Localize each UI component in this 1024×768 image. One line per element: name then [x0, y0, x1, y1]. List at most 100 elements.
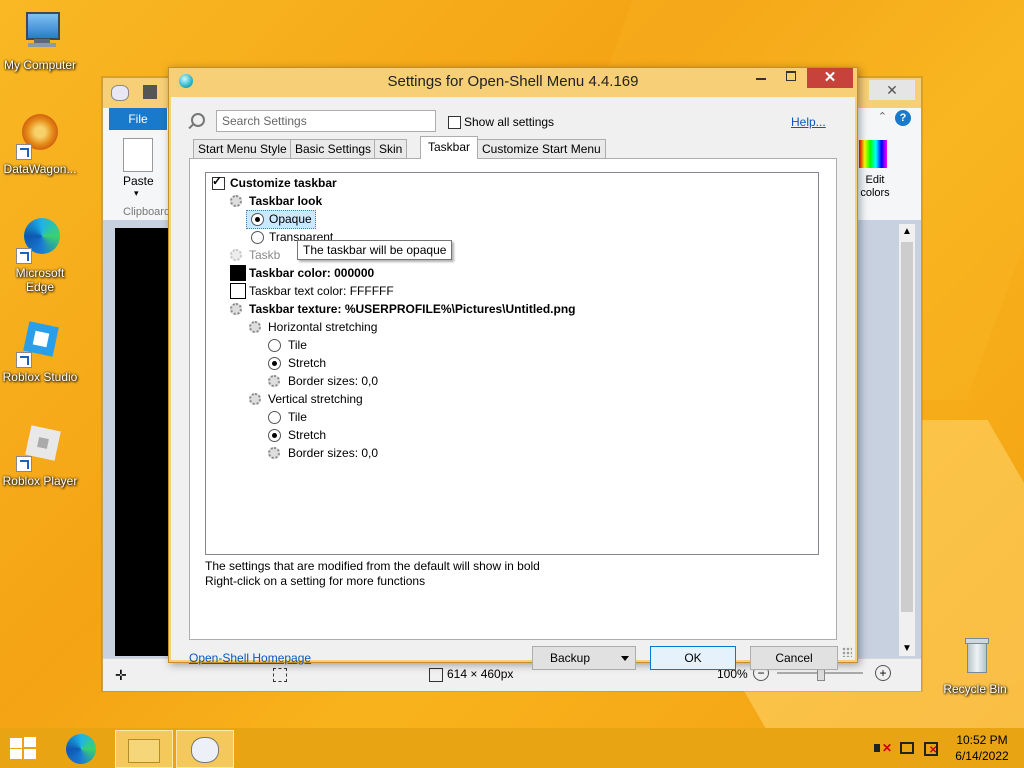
h-stretch-label[interactable]: Stretch — [288, 354, 326, 372]
zoom-in-button[interactable]: + — [875, 665, 891, 681]
shortcut-arrow-icon — [16, 352, 32, 368]
save-icon[interactable] — [143, 85, 157, 99]
selection-size-icon — [273, 668, 287, 682]
checkmark-icon: ✓ — [212, 174, 223, 188]
desktop-icon-label: Roblox Player — [2, 474, 78, 488]
taskbar-opacity-label[interactable]: Taskb — [249, 246, 280, 264]
tab-customize-start-menu[interactable]: Customize Start Menu — [477, 139, 606, 158]
chevron-down-icon[interactable]: ▾ — [134, 188, 139, 199]
start-button[interactable] — [10, 737, 38, 759]
customize-taskbar-label[interactable]: Customize taskbar — [230, 174, 337, 192]
chevron-up-icon[interactable]: ⌃ — [878, 110, 887, 123]
clock-date: 6/14/2022 — [955, 749, 1009, 763]
tooltip: The taskbar will be opaque — [297, 240, 453, 260]
vertical-scrollbar[interactable]: ▲ ▼ — [899, 224, 915, 656]
file-tab[interactable]: File — [109, 108, 167, 130]
roblox-player-icon — [16, 424, 64, 472]
taskbar-edge-button[interactable] — [54, 730, 110, 766]
desktop-icon-roblox-studio[interactable]: Roblox Studio — [0, 320, 80, 384]
scroll-up-icon[interactable]: ▲ — [902, 226, 912, 237]
ok-button[interactable]: OK — [650, 646, 736, 670]
taskbar: ✕ ✕ — [0, 728, 1024, 768]
gear-icon — [268, 447, 280, 459]
desktop-icon-roblox-player[interactable]: Roblox Player — [0, 424, 80, 488]
help-link[interactable]: Help... — [791, 115, 826, 129]
taskbar-look-label[interactable]: Taskbar look — [249, 192, 322, 210]
taskbar-text-color-label[interactable]: Taskbar text color: FFFFFF — [249, 282, 394, 300]
desktop-icon-recycle-bin[interactable]: Recycle Bin — [935, 632, 1015, 696]
v-border-sizes-label[interactable]: Border sizes: 0,0 — [288, 444, 378, 462]
h-tile-label[interactable]: Tile — [288, 336, 307, 354]
color-swatch-white — [230, 283, 246, 299]
tab-start-menu-style[interactable]: Start Menu Style — [193, 139, 292, 158]
show-all-label[interactable]: Show all settings — [464, 115, 554, 129]
action-center-icon[interactable]: ✕ — [922, 740, 938, 756]
paint-close-button[interactable]: ✕ — [869, 80, 915, 100]
paste-icon[interactable] — [123, 138, 153, 172]
gear-icon — [230, 249, 242, 261]
edge-icon — [66, 734, 96, 764]
taskbar-texture-label[interactable]: Taskbar texture: %USERPROFILE%\Pictures\… — [249, 300, 576, 318]
paint-icon — [191, 737, 219, 763]
gear-icon — [230, 195, 242, 207]
vertical-stretching-label[interactable]: Vertical stretching — [268, 390, 363, 408]
scrollbar-thumb[interactable] — [901, 242, 913, 612]
desktop-icon-datawagon[interactable]: DataWagon... — [0, 112, 80, 176]
color-swatch-black — [230, 265, 246, 281]
clipboard-group-label: Clipboard — [123, 206, 171, 218]
roblox-studio-icon — [16, 320, 64, 368]
help-icon[interactable]: ? — [895, 110, 911, 126]
opaque-radio[interactable] — [251, 213, 264, 226]
edit-colors-label[interactable]: Edit colors — [855, 174, 895, 200]
gear-icon — [268, 375, 280, 387]
gear-icon — [249, 321, 261, 333]
h-tile-radio[interactable] — [268, 339, 281, 352]
image-canvas[interactable] — [115, 228, 171, 656]
shortcut-arrow-icon — [16, 144, 32, 160]
opaque-label[interactable]: Opaque — [269, 210, 312, 228]
desktop-icon-my-computer[interactable]: My Computer — [0, 8, 80, 72]
h-stretch-radio[interactable] — [268, 357, 281, 370]
desktop-icon-label: My Computer — [3, 58, 77, 72]
info-line-2: Right-click on a setting for more functi… — [205, 574, 426, 588]
show-all-checkbox[interactable] — [448, 116, 461, 129]
customize-taskbar-checkbox[interactable]: ✓ — [212, 174, 225, 190]
edit-colors-icon[interactable] — [859, 140, 887, 168]
v-stretch-label[interactable]: Stretch — [288, 426, 326, 444]
minimize-button[interactable] — [747, 68, 775, 88]
gear-icon — [230, 303, 242, 315]
taskbar-explorer-button[interactable] — [115, 730, 173, 768]
tab-skin[interactable]: Skin — [374, 139, 408, 158]
tab-taskbar[interactable]: Taskbar — [420, 136, 479, 159]
backup-button[interactable]: Backup — [532, 646, 636, 670]
close-button[interactable]: ✕ — [807, 68, 853, 88]
network-icon[interactable] — [898, 740, 914, 756]
paste-label[interactable]: Paste — [123, 174, 154, 188]
search-input[interactable] — [216, 110, 436, 132]
clock[interactable]: 10:52 PM 6/14/2022 — [950, 732, 1014, 764]
v-tile-radio[interactable] — [268, 411, 281, 424]
h-border-sizes-label[interactable]: Border sizes: 0,0 — [288, 372, 378, 390]
transparent-radio[interactable] — [251, 231, 264, 244]
volume-muted-icon[interactable]: ✕ — [874, 740, 892, 756]
taskbar-paint-button[interactable] — [176, 730, 234, 768]
horizontal-stretching-label[interactable]: Horizontal stretching — [268, 318, 377, 336]
move-cursor-icon: ✛ — [115, 667, 127, 683]
v-stretch-radio[interactable] — [268, 429, 281, 442]
maximize-button[interactable] — [777, 68, 805, 88]
settings-dialog[interactable]: Settings for Open-Shell Menu 4.4.169 ✕ S… — [168, 67, 858, 670]
tab-basic-settings[interactable]: Basic Settings — [290, 139, 377, 158]
scroll-down-icon[interactable]: ▼ — [902, 643, 912, 654]
desktop-icon-edge[interactable]: Microsoft Edge — [0, 216, 80, 294]
v-tile-label[interactable]: Tile — [288, 408, 307, 426]
desktop-icon-label: Microsoft Edge — [15, 266, 65, 294]
desktop-icon-label: Recycle Bin — [943, 682, 1007, 696]
taskbar-color-label[interactable]: Taskbar color: 000000 — [249, 264, 374, 282]
chevron-down-icon — [621, 656, 629, 661]
resize-grip[interactable] — [842, 647, 852, 657]
desktop-icon-label: DataWagon... — [3, 162, 77, 176]
settings-tree[interactable]: ✓ Customize taskbar Taskbar look Opaque … — [205, 172, 819, 555]
file-explorer-icon — [128, 739, 160, 763]
cancel-button[interactable]: Cancel — [750, 646, 838, 670]
homepage-link[interactable]: Open-Shell Homepage — [189, 651, 311, 665]
